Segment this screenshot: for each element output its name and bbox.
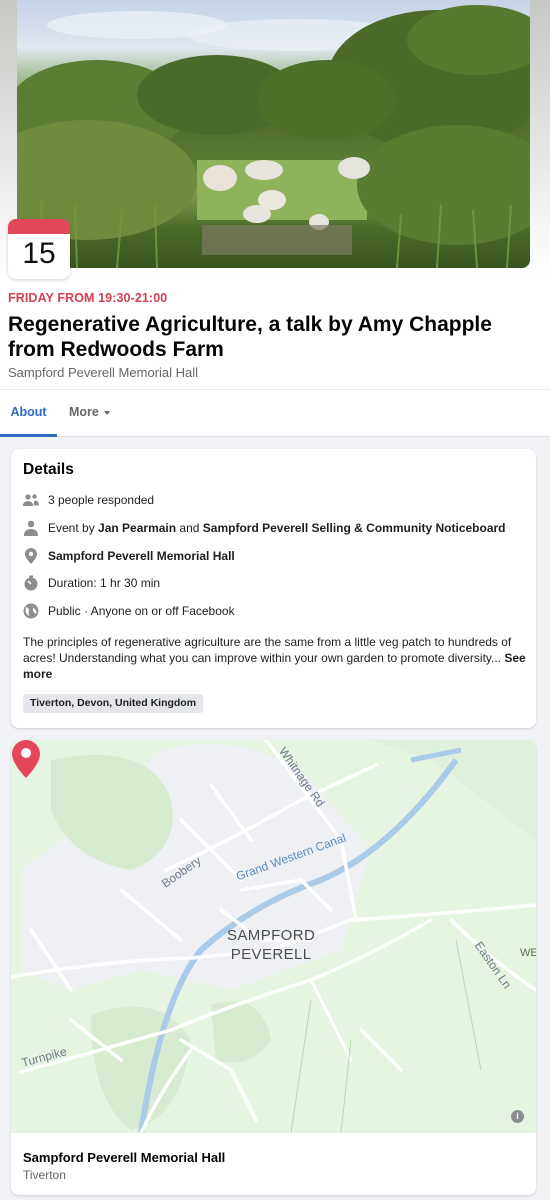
privacy-row: Public · Anyone on or off Facebook [23, 601, 235, 621]
location-chip[interactable]: Tiverton, Devon, United Kingdom [23, 694, 204, 713]
event-by-and: and [176, 521, 203, 535]
map-info-icon[interactable]: i [511, 1110, 524, 1123]
description-text: The principles of regenerative agricultu… [23, 635, 512, 665]
location-text: Sampford Peverell Memorial Hall [48, 549, 235, 563]
stopwatch-icon [23, 575, 39, 591]
location-row[interactable]: Sampford Peverell Memorial Hall [23, 546, 235, 566]
tab-about[interactable]: About [0, 390, 57, 437]
privacy-text: Public · Anyone on or off Facebook [48, 604, 235, 618]
map-card: Whitnage Rd Grand Western Canal Boobery … [11, 740, 536, 1195]
event-by-prefix: Event by [48, 521, 99, 535]
responded-row[interactable]: 3 people responded [23, 490, 154, 510]
cover-illustration [17, 5, 530, 268]
duration-text: Duration: 1 hr 30 min [48, 576, 161, 590]
map-label-we: WE [520, 947, 536, 959]
date-badge: 15 [8, 219, 70, 279]
event-description: The principles of regenerative agricultu… [23, 634, 528, 682]
date-badge-bar [8, 219, 70, 234]
globe-icon [23, 603, 39, 619]
date-day: 15 [22, 237, 56, 270]
event-time: FRIDAY FROM 19:30-21:00 [8, 291, 168, 305]
caret-down-icon [103, 410, 110, 415]
details-card: Details 3 people responded Event by Jan … [11, 449, 536, 728]
event-header: 15 FRIDAY FROM 19:30-21:00 Regenerative … [0, 0, 550, 390]
event-cover-photo[interactable] [17, 0, 530, 268]
map-town-label: SAMPFORD PEVERELL [227, 926, 315, 964]
location-map[interactable]: Whitnage Rd Grand Western Canal Boobery … [11, 740, 536, 1133]
tab-more-label: More [69, 405, 99, 419]
map-place-city: Tiverton [23, 1168, 66, 1182]
host-link-2[interactable]: Sampford Peverell Selling & Community No… [203, 521, 506, 535]
person-icon [23, 520, 39, 536]
responded-text: 3 people responded [48, 493, 155, 507]
map-town-line2: PEVERELL [230, 946, 312, 963]
details-heading: Details [23, 461, 74, 478]
map-pin-icon[interactable] [11, 740, 41, 780]
map-town-line1: SAMPFORD [227, 927, 316, 944]
duration-row: Duration: 1 hr 30 min [23, 573, 160, 593]
map-place-name[interactable]: Sampford Peverell Memorial Hall [23, 1150, 225, 1165]
event-venue[interactable]: Sampford Peverell Memorial Hall [8, 365, 198, 380]
location-pin-icon [23, 548, 39, 564]
event-tabs: About More [0, 389, 550, 437]
event-by-row: Event by Jan Pearmain and Sampford Pever… [23, 518, 506, 538]
event-title: Regenerative Agriculture, a talk by Amy … [8, 313, 492, 361]
host-link-1[interactable]: Jan Pearmain [98, 521, 176, 535]
tab-more[interactable]: More [69, 390, 110, 437]
people-icon [23, 492, 39, 508]
